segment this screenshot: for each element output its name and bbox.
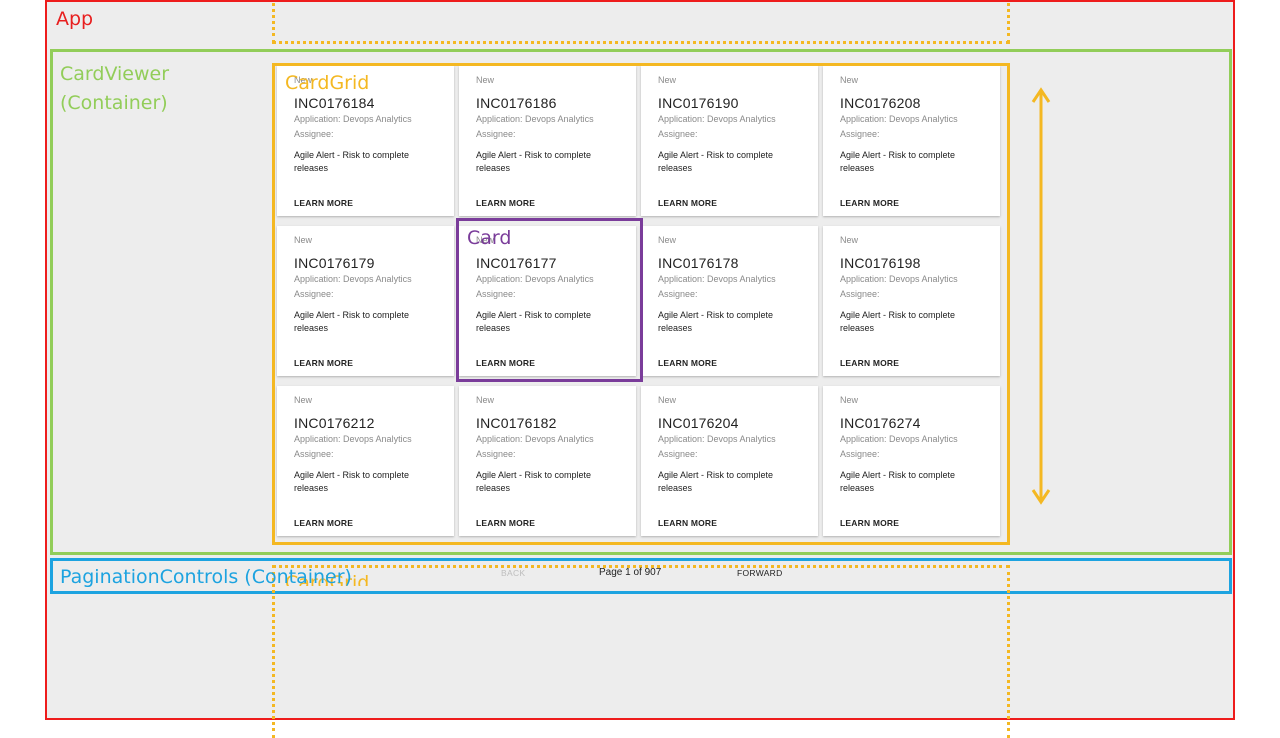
forward-button[interactable]: FORWARD: [737, 568, 783, 578]
cardgrid-previous-outline: [272, 0, 1010, 44]
cardgrid-next-outline: [272, 565, 1010, 738]
app-label: App: [56, 8, 94, 30]
card-viewer-label: CardViewer (Container): [60, 60, 169, 118]
double-arrow-vertical-icon: [1031, 87, 1051, 505]
card-grid-label: CardGrid: [285, 72, 370, 94]
page-indicator: Page 1 of 907: [599, 567, 662, 578]
back-button[interactable]: BACK: [501, 568, 525, 578]
pagination-controls-label: PaginationControls (Container): [60, 566, 352, 588]
card-viewer-label-line2: (Container): [60, 92, 168, 114]
card-label: Card: [467, 227, 512, 249]
card-viewer-label-line1: CardViewer: [60, 63, 170, 85]
